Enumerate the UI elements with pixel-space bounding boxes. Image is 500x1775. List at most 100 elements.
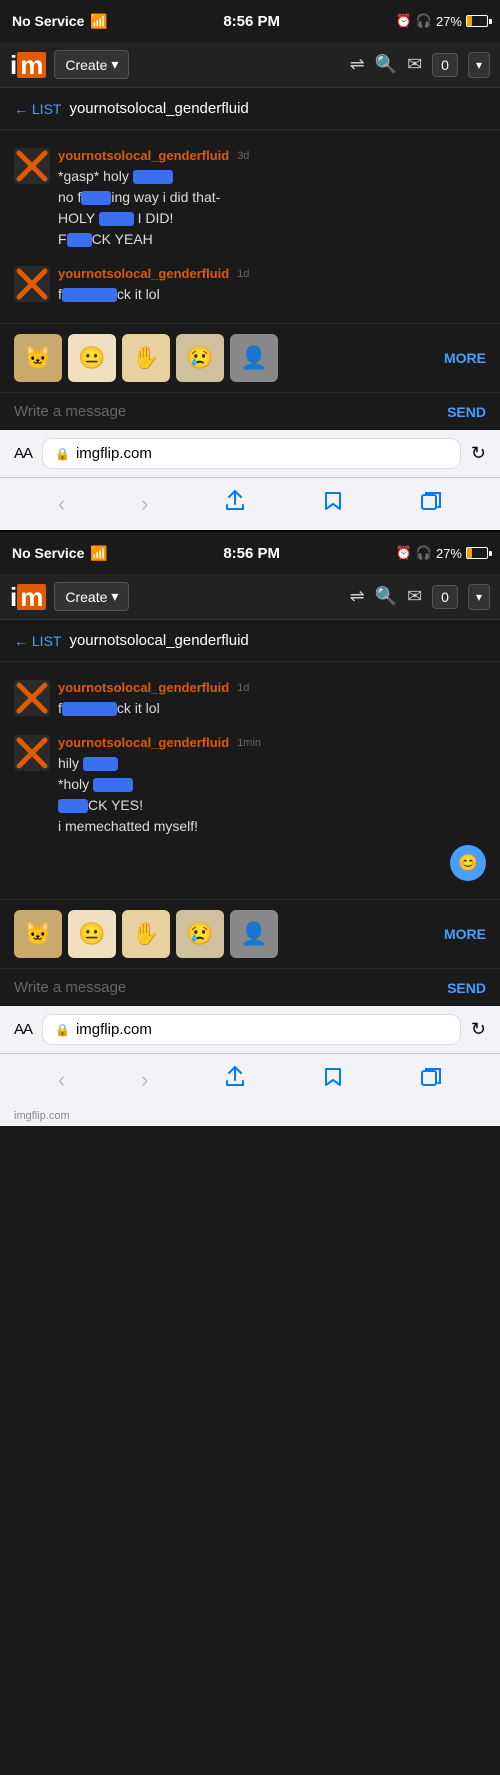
send-button-1[interactable]: SEND: [447, 404, 486, 420]
back-list-link-2[interactable]: ← LIST: [14, 633, 61, 649]
nav-bar-2: im Create ▾ ⇌ 🔍 ✉ 0 ▾: [0, 574, 500, 620]
shuffle-icon[interactable]: ⇌: [350, 54, 365, 75]
logo-m-2: m: [17, 584, 46, 610]
font-size-button-1[interactable]: AA: [14, 445, 32, 462]
back-button-2[interactable]: ‹: [48, 1063, 75, 1097]
create-label-2: Create: [65, 589, 107, 605]
create-label: Create: [65, 57, 107, 73]
signal-info: No Service 📶: [12, 13, 108, 30]
search-icon[interactable]: 🔍: [375, 54, 397, 75]
censor-block-2b2: [93, 778, 133, 792]
time-display: 8:56 PM: [223, 13, 280, 30]
reaction-bubble[interactable]: 😊: [450, 845, 486, 881]
alarm-icon: ⏰: [396, 13, 412, 29]
more-avatars-button-1[interactable]: MORE: [444, 350, 486, 366]
message-header-2: yournotsolocal_genderfluid 1d: [58, 266, 486, 281]
forward-button-1[interactable]: ›: [131, 487, 158, 521]
avatar-thumb-2-2[interactable]: 😐: [68, 910, 116, 958]
avatar-thumb-2-5[interactable]: 👤: [230, 910, 278, 958]
lock-icon-2: 🔒: [55, 1023, 70, 1037]
url-bar-2[interactable]: 🔒 imgflip.com: [42, 1014, 461, 1045]
back-nav-2: ← LIST yournotsolocal_genderfluid: [0, 620, 500, 662]
mail-icon-2[interactable]: ✉: [407, 586, 422, 607]
avatar-thumb-3[interactable]: ✋: [122, 334, 170, 382]
tabs-button-2[interactable]: [410, 1062, 452, 1098]
notification-count-2[interactable]: 0: [432, 585, 458, 609]
create-button-2[interactable]: Create ▾: [54, 582, 129, 611]
logo-i-2: i: [10, 584, 17, 610]
nav-icons: ⇌ 🔍 ✉ 0 ▾: [350, 52, 490, 78]
no-service-text-2: No Service: [12, 545, 84, 561]
avatar-row-1: 🐱 😐 ✋ 😢 👤 MORE: [0, 323, 500, 392]
url-text-2: imgflip.com: [76, 1021, 152, 1038]
nav-dropdown-button[interactable]: ▾: [468, 52, 490, 78]
message-group-2b: yournotsolocal_genderfluid 1min hily *ho…: [0, 727, 500, 845]
message-text-1c: HOLY I DID!: [58, 208, 486, 229]
send-button-2[interactable]: SEND: [447, 980, 486, 996]
url-text-1: imgflip.com: [76, 445, 152, 462]
messages-1: yournotsolocal_genderfluid 3d *gasp* hol…: [0, 130, 500, 323]
avatar-row-2: 🐱 😐 ✋ 😢 👤 MORE: [0, 899, 500, 968]
battery-percent-2: 27%: [436, 546, 462, 561]
battery-icon-2: [466, 547, 488, 559]
browser-bar-1: AA 🔒 imgflip.com ↻: [0, 430, 500, 477]
tabs-button-1[interactable]: [410, 486, 452, 522]
nav-dropdown-button-2[interactable]: ▾: [468, 584, 490, 610]
back-list-link-1[interactable]: ← LIST: [14, 101, 61, 117]
browser-bar-2: AA 🔒 imgflip.com ↻: [0, 1006, 500, 1053]
browser-nav-1: ‹ ›: [0, 477, 500, 530]
battery-icon: [466, 15, 488, 27]
chat-title-2: yournotsolocal_genderfluid: [69, 632, 248, 649]
create-dropdown-icon-2: ▾: [111, 588, 118, 605]
user-avatar-2: [14, 266, 50, 302]
censor-block-2b1: [83, 757, 118, 771]
censor-block-5: [62, 288, 117, 302]
message-time-2b: 1min: [237, 737, 261, 749]
search-icon-2[interactable]: 🔍: [375, 586, 397, 607]
forward-button-2[interactable]: ›: [131, 1063, 158, 1097]
censor-block-4: [67, 233, 92, 247]
avatar-thumb-2-3[interactable]: ✋: [122, 910, 170, 958]
more-avatars-button-2[interactable]: MORE: [444, 926, 486, 942]
avatar-thumb-2[interactable]: 😐: [68, 334, 116, 382]
message-content-2b: yournotsolocal_genderfluid 1min hily *ho…: [58, 735, 486, 837]
refresh-button-1[interactable]: ↻: [471, 443, 486, 464]
message-input-area-2: Write a message SEND: [0, 968, 500, 1006]
avatar-thumb-2-1[interactable]: 🐱: [14, 910, 62, 958]
refresh-button-2[interactable]: ↻: [471, 1019, 486, 1040]
message-username-2a: yournotsolocal_genderfluid: [58, 680, 229, 695]
font-size-button-2[interactable]: AA: [14, 1021, 32, 1038]
message-input-1[interactable]: Write a message: [14, 403, 437, 420]
avatar-thumb-1[interactable]: 🐱: [14, 334, 62, 382]
footer-url: imgflip.com: [0, 1106, 500, 1126]
notification-count[interactable]: 0: [432, 53, 458, 77]
user-avatar-2b: [14, 735, 50, 771]
url-bar-1[interactable]: 🔒 imgflip.com: [42, 438, 461, 469]
wifi-icon-2: 📶: [90, 545, 107, 562]
avatar-thumb-4[interactable]: 😢: [176, 334, 224, 382]
message-content-2: yournotsolocal_genderfluid 1d fck it lol: [58, 266, 486, 305]
bookmarks-button-2[interactable]: [312, 1062, 354, 1098]
logo-m: m: [17, 52, 46, 78]
censor-block-1: [133, 170, 173, 184]
logo-2[interactable]: im: [10, 584, 46, 610]
message-time-2: 1d: [237, 268, 249, 280]
mail-icon[interactable]: ✉: [407, 54, 422, 75]
share-button-2[interactable]: [214, 1062, 256, 1098]
logo[interactable]: im: [10, 52, 46, 78]
back-button-1[interactable]: ‹: [48, 487, 75, 521]
create-button[interactable]: Create ▾: [54, 50, 129, 79]
message-text-2a1: fck it lol: [58, 698, 486, 719]
bookmarks-button-1[interactable]: [312, 486, 354, 522]
shuffle-icon-2[interactable]: ⇌: [350, 586, 365, 607]
avatar-thumb-2-4[interactable]: 😢: [176, 910, 224, 958]
browser-nav-2: ‹ ›: [0, 1053, 500, 1106]
message-group-2: yournotsolocal_genderfluid 1d fck it lol: [0, 258, 500, 313]
censor-block-2: [81, 191, 111, 205]
avatar-thumb-5[interactable]: 👤: [230, 334, 278, 382]
share-button-1[interactable]: [214, 486, 256, 522]
censor-block-2b3: [58, 799, 88, 813]
message-input-2[interactable]: Write a message: [14, 979, 437, 996]
message-text-1a: *gasp* holy: [58, 166, 486, 187]
no-service-text: No Service: [12, 13, 84, 29]
